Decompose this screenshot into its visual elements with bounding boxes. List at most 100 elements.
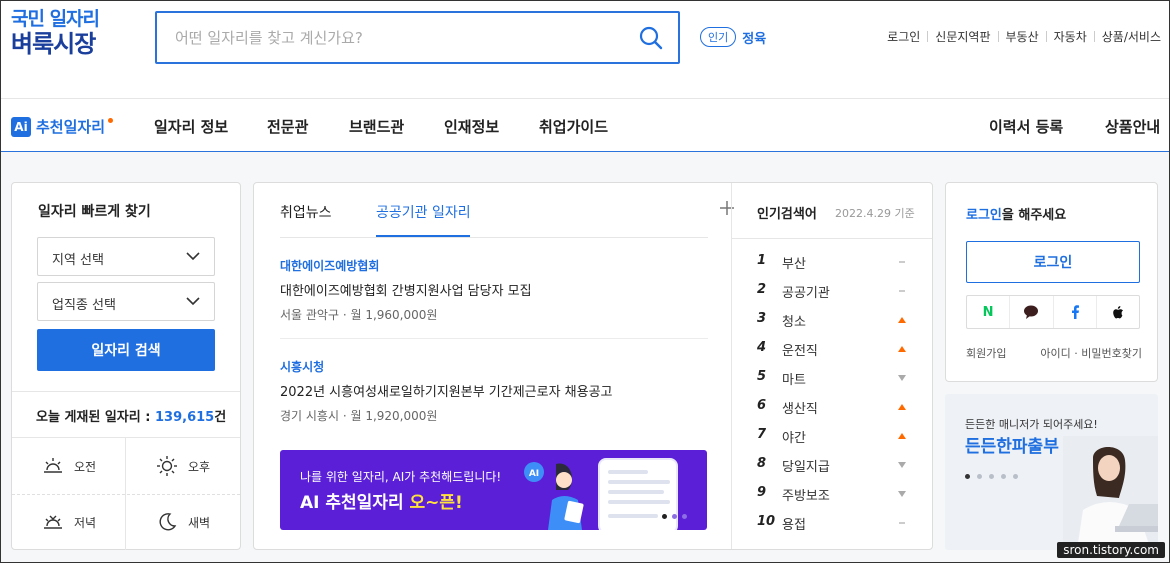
active-tab-indicator	[376, 235, 470, 237]
naver-icon: N	[982, 304, 994, 320]
news-title: 대한에이즈예방협회 간병지원사업 담당자 모집	[280, 284, 532, 299]
ranking-item[interactable]: 9 주방보조	[757, 485, 907, 505]
signup-link[interactable]: 회원가입	[966, 347, 1006, 360]
ranking-item[interactable]: 7 야간	[757, 427, 907, 447]
ranking-item[interactable]: 2 공공기관	[757, 282, 907, 302]
login-button[interactable]: 로그인	[966, 241, 1140, 283]
find-account-link[interactable]: 아이디 · 비밀번호찾기	[1040, 345, 1142, 361]
naver-login-button[interactable]: N	[967, 296, 1011, 328]
popular-keyword[interactable]: 인기 정육	[700, 27, 766, 47]
top-link-newspaper[interactable]: 신문지역판	[935, 28, 990, 45]
ad-pagination[interactable]	[965, 474, 1018, 479]
ranking-term: 청소	[782, 315, 806, 330]
ranking-number: 7	[757, 427, 767, 442]
login-prompt-rest: 을 해주세요	[1001, 208, 1067, 223]
search-icon[interactable]	[638, 25, 664, 51]
ranking-item[interactable]: 8 당일지급	[757, 456, 907, 476]
nav-item-special[interactable]: 전문관	[267, 116, 308, 137]
time-evening-button[interactable]: 저녁	[12, 494, 126, 550]
ranking-item[interactable]: 6 생산직	[757, 398, 907, 418]
top-link-services[interactable]: 상품/서비스	[1102, 28, 1161, 45]
news-meta: 서울 관악구 · 월 1,960,000원	[280, 308, 438, 322]
trend-up-icon	[898, 404, 906, 410]
tab-public-jobs[interactable]: 공공기관 일자리	[376, 202, 471, 222]
main-nav: Ai 추천일자리 일자리 정보 전문관 브랜드관 인재정보 취업가이드 이력서 …	[1, 98, 1169, 152]
account-links: 회원가입 아이디 · 비밀번호찾기	[966, 345, 1142, 361]
news-org: 시흥시청	[280, 360, 325, 374]
ranking-number: 3	[757, 311, 767, 326]
trend-down-icon	[898, 462, 906, 468]
top-link-car[interactable]: 자동차	[1054, 28, 1087, 45]
popular-search-ranking: 인기검색어 2022.4.29 기준 1 부산 2 공공기관 3 청소 4 운전직 5 마트 6 생산…	[731, 183, 933, 549]
sunset-icon	[43, 515, 62, 529]
nav-item-resume[interactable]: 이력서 등록	[989, 116, 1063, 137]
nav-item-job-info[interactable]: 일자리 정보	[154, 116, 228, 137]
ranking-item[interactable]: 4 운전직	[757, 340, 907, 360]
trend-up-icon	[898, 346, 906, 352]
ai-recommend-banner[interactable]: 나를 위한 일자리, AI가 추천해드립니다! AI 추천일자리 오~픈! AI	[280, 450, 707, 530]
news-meta: 경기 시흥시 · 월 1,920,000원	[280, 409, 438, 423]
ranking-item[interactable]: 5 마트	[757, 369, 907, 389]
nav-item-products[interactable]: 상품안내	[1105, 116, 1160, 137]
job-type-select[interactable]: 업직종 선택	[37, 282, 215, 321]
time-morning-button[interactable]: 오전	[12, 438, 126, 494]
popular-badge: 인기	[700, 27, 737, 47]
login-prompt-link[interactable]: 로그인	[966, 208, 1002, 223]
apple-icon	[1113, 305, 1124, 318]
ranking-term: 마트	[782, 373, 806, 388]
time-afternoon-button[interactable]: 오후	[126, 438, 240, 494]
popular-keyword-text: 정육	[742, 31, 767, 47]
news-item[interactable]: 시흥시청 2022년 시흥여성새로일하기지원본부 기간제근로자 채용공고 경기 …	[280, 358, 708, 424]
time-dawn-label: 새벽	[187, 515, 211, 530]
ai-bubble-text: AI	[529, 469, 539, 479]
ranking-term: 야간	[782, 431, 806, 446]
time-evening-label: 저녁	[73, 515, 97, 530]
region-select-label: 지역 선택	[52, 253, 104, 268]
news-org: 대한에이즈예방협회	[280, 259, 380, 273]
nav-item-talent[interactable]: 인재정보	[444, 116, 499, 137]
apple-login-button[interactable]	[1097, 296, 1139, 328]
chevron-down-icon	[186, 252, 200, 261]
facebook-login-button[interactable]	[1054, 296, 1097, 328]
kakao-login-button[interactable]	[1010, 296, 1054, 328]
search-input[interactable]	[175, 25, 615, 51]
divider	[927, 31, 929, 42]
top-link-realestate[interactable]: 부동산	[1006, 28, 1039, 45]
region-select[interactable]: 지역 선택	[37, 237, 215, 276]
trend-down-icon	[898, 375, 906, 381]
trend-down-icon	[898, 491, 906, 497]
today-count: 오늘 게재된 일자리 : 139,615건	[12, 391, 240, 425]
ranking-number: 6	[757, 398, 767, 413]
ranking-item[interactable]: 10 용접	[757, 514, 907, 534]
time-dawn-button[interactable]: 새벽	[126, 494, 240, 550]
today-count-unit: 건	[214, 410, 227, 425]
logo-line1: 국민 일자리	[11, 8, 100, 30]
social-login: N	[966, 295, 1140, 329]
news-item[interactable]: 대한에이즈예방협회 대한에이즈예방협회 간병지원사업 담당자 모집 서울 관악구…	[280, 257, 708, 323]
woman-laptop-photo	[1063, 436, 1158, 550]
ranking-number: 5	[757, 369, 767, 384]
watermark: sron.tistory.com	[1057, 542, 1165, 558]
nav-ai-recommend[interactable]: Ai 추천일자리	[11, 116, 114, 137]
search-box	[155, 11, 680, 64]
tab-job-news[interactable]: 취업뉴스	[280, 202, 332, 222]
header: 국민 일자리 벼룩시장 인기 정육 로그인 신문지역판 부동산 자동차 상품/서…	[1, 1, 1169, 98]
ranking-number: 10	[757, 514, 776, 529]
top-link-login[interactable]: 로그인	[887, 28, 920, 45]
ranking-number: 2	[757, 282, 767, 297]
ranking-item[interactable]: 1 부산	[757, 253, 907, 273]
nav-item-guide[interactable]: 취업가이드	[539, 116, 608, 137]
ranking-number: 1	[757, 253, 767, 268]
cleaning-service-ad[interactable]: 든든한 매니저가 되어주세요! 든든한파출부	[945, 394, 1158, 550]
ranking-term: 부산	[782, 257, 806, 272]
job-search-button[interactable]: 일자리 검색	[37, 329, 215, 371]
kakao-chat-icon	[1024, 305, 1039, 319]
site-logo[interactable]: 국민 일자리 벼룩시장	[11, 8, 100, 58]
ranking-item[interactable]: 3 청소	[757, 311, 907, 331]
banner-line1: 나를 위한 일자리, AI가 추천해드립니다!	[300, 470, 502, 484]
trend-same-icon	[899, 290, 905, 292]
banner-pagination[interactable]	[662, 514, 687, 519]
ranking-term: 용접	[782, 518, 806, 533]
phone-mockup	[598, 458, 678, 530]
nav-item-brand[interactable]: 브랜드관	[349, 116, 404, 137]
